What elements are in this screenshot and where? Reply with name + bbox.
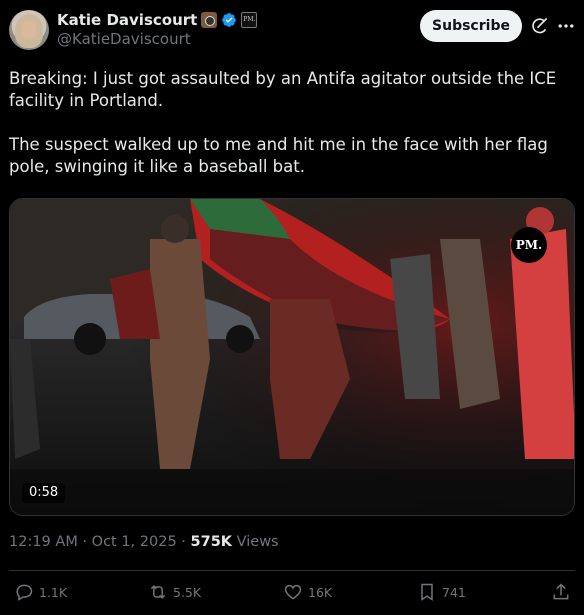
repost-button[interactable]: 5.5K	[148, 582, 201, 602]
more-options-icon[interactable]	[556, 16, 576, 36]
author-handle[interactable]: @KatieDaviscourt	[57, 30, 191, 48]
views-count[interactable]: 575K	[191, 534, 233, 550]
tweet-meta: 12:19 AM · Oct 1, 2025 · 575K Views	[9, 534, 279, 550]
divider	[9, 570, 575, 571]
display-name[interactable]: Katie Daviscourt	[57, 11, 197, 29]
repost-count: 5.5K	[173, 584, 202, 600]
share-button[interactable]	[551, 582, 571, 602]
like-count: 16K	[308, 584, 333, 600]
avatar-face	[21, 20, 37, 40]
reply-count: 1.1K	[39, 584, 68, 600]
camera-emoji-icon	[201, 12, 218, 28]
like-button[interactable]: 16K	[283, 582, 332, 602]
share-icon	[553, 583, 569, 600]
reply-button[interactable]: 1.1K	[14, 582, 67, 602]
video-duration-badge: 0:58	[22, 483, 66, 503]
subscribe-button[interactable]: Subscribe	[420, 10, 522, 42]
grok-icon[interactable]	[530, 16, 550, 36]
video-frame	[10, 199, 574, 515]
pm-affiliate-icon[interactable]: PM.	[241, 12, 258, 28]
action-bar: 1.1K 5.5K 16K 741	[0, 582, 584, 606]
tweet-paragraph: The suspect walked up to me and hit me i…	[9, 135, 548, 176]
meta-separator: ·	[181, 534, 186, 550]
heart-icon	[284, 584, 302, 600]
views-label: Views	[236, 534, 279, 550]
repost-icon	[150, 585, 166, 599]
pm-watermark: PM.	[511, 227, 547, 263]
reply-icon	[16, 584, 33, 601]
meta-separator: ·	[82, 534, 88, 550]
author-name-row: Katie Daviscourt PM.	[57, 10, 258, 30]
bookmark-count: 741	[442, 584, 466, 600]
tweet-time[interactable]: 12:19 AM	[9, 534, 78, 550]
tweet-date[interactable]: Oct 1, 2025	[92, 534, 177, 550]
tweet-paragraph: Breaking: I just got assaulted by an Ant…	[9, 69, 557, 110]
avatar[interactable]	[9, 10, 49, 50]
video-player[interactable]	[9, 198, 575, 516]
bookmark-icon	[421, 583, 433, 601]
bookmark-button[interactable]: 741	[417, 582, 466, 602]
verified-icon[interactable]	[221, 12, 237, 28]
tweet-text: Breaking: I just got assaulted by an Ant…	[9, 68, 575, 178]
